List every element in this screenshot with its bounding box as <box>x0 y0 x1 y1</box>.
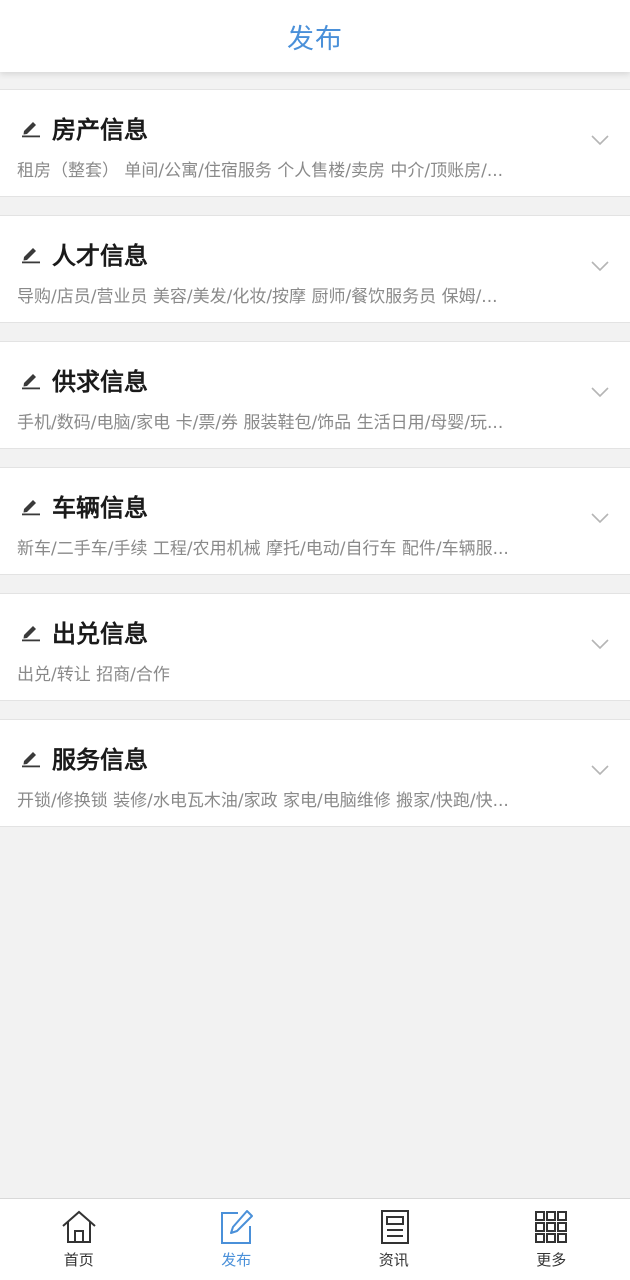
category-title: 服务信息 <box>52 746 148 774</box>
category-subtitle: 租房（整套） 单间/公寓/住宿服务 个人售楼/卖房 中介/顶账房/... <box>17 161 504 181</box>
category-title: 人才信息 <box>52 242 148 270</box>
pencil-icon <box>22 248 40 264</box>
category-card-transfer[interactable]: 出兑信息 出兑/转让 招商/合作 <box>0 593 630 701</box>
pencil-icon <box>22 374 40 390</box>
category-subtitle: 开锁/修换锁 装修/水电瓦木油/家政 家电/电脑维修 搬家/快跑/快... <box>17 791 509 811</box>
category-title: 房产信息 <box>52 116 148 144</box>
tab-home[interactable]: 首页 <box>0 1199 158 1280</box>
pencil-icon <box>22 122 40 138</box>
pencil-icon <box>22 752 40 768</box>
category-subtitle: 手机/数码/电脑/家电 卡/票/券 服装鞋包/饰品 生活日用/母婴/玩... <box>17 413 504 433</box>
category-card-services[interactable]: 服务信息 开锁/修换锁 装修/水电瓦木油/家政 家电/电脑维修 搬家/快跑/快.… <box>0 719 630 827</box>
tab-label: 发布 <box>221 1251 252 1269</box>
category-subtitle: 出兑/转让 招商/合作 <box>17 665 170 685</box>
page-title: 发布 <box>287 23 343 55</box>
category-card-vehicles[interactable]: 车辆信息 新车/二手车/手续 工程/农用机械 摩托/电动/自行车 配件/车辆服.… <box>0 467 630 575</box>
pencil-icon <box>22 626 40 642</box>
category-card-jobs[interactable]: 人才信息 导购/店员/营业员 美容/美发/化妆/按摩 厨师/餐饮服务员 保姆/.… <box>0 215 630 323</box>
tab-label: 更多 <box>536 1251 567 1269</box>
chevron-down-icon[interactable] <box>590 133 610 147</box>
news-icon <box>380 1210 409 1244</box>
edit-icon <box>221 1210 254 1244</box>
chevron-down-icon[interactable] <box>590 385 610 399</box>
chevron-down-icon[interactable] <box>590 511 610 525</box>
tab-more[interactable]: 更多 <box>473 1199 630 1280</box>
category-title: 车辆信息 <box>52 494 148 522</box>
category-card-real-estate[interactable]: 房产信息 租房（整套） 单间/公寓/住宿服务 个人售楼/卖房 中介/顶账房/..… <box>0 89 630 197</box>
category-title: 供求信息 <box>52 368 148 396</box>
tab-label: 首页 <box>63 1251 94 1269</box>
tab-news[interactable]: 资讯 <box>315 1199 473 1280</box>
home-icon <box>62 1210 96 1243</box>
chevron-down-icon[interactable] <box>590 637 610 651</box>
category-title: 出兑信息 <box>52 620 148 648</box>
bottom-tab-bar: 首页 发布 资讯 更多 <box>0 1198 630 1280</box>
category-subtitle: 新车/二手车/手续 工程/农用机械 摩托/电动/自行车 配件/车辆服... <box>17 539 509 559</box>
chevron-down-icon[interactable] <box>590 259 610 273</box>
category-card-supply-demand[interactable]: 供求信息 手机/数码/电脑/家电 卡/票/券 服装鞋包/饰品 生活日用/母婴/玩… <box>0 341 630 449</box>
grid-icon <box>535 1211 568 1243</box>
category-subtitle: 导购/店员/营业员 美容/美发/化妆/按摩 厨师/餐饮服务员 保姆/... <box>17 287 498 307</box>
chevron-down-icon[interactable] <box>590 763 610 777</box>
tab-publish[interactable]: 发布 <box>158 1199 316 1280</box>
tab-label: 资讯 <box>378 1251 409 1269</box>
pencil-icon <box>22 500 40 516</box>
top-bar: 发布 <box>0 0 630 72</box>
category-list: 房产信息 租房（整套） 单间/公寓/住宿服务 个人售楼/卖房 中介/顶账房/..… <box>0 89 630 845</box>
